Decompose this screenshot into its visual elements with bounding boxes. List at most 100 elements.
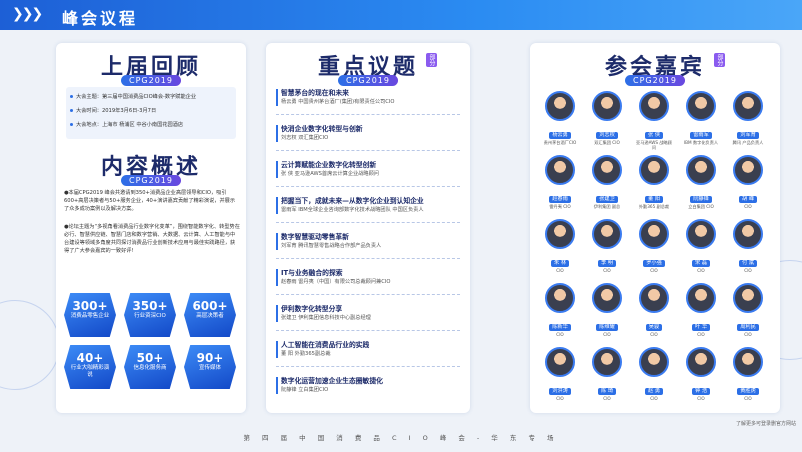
guest-name: 刘军育 [737,132,759,139]
guest-card: 杨云勇 贵州茅台酒厂CIO [540,91,580,163]
review-panel: 上届回顾 CPG2019 大会主题：第三届中国消费品CIO峰会-数字赋能企业 大… [56,43,246,413]
topic-title: 人工智能在消费品行业的实践 [281,341,370,349]
topic-title: 云计算赋能企业数字化转型创新 [281,161,377,169]
topic-speaker: 张 侠 亚马逊AWS首席云计算企业战略顾问 [281,171,379,177]
guest-card: 陈新华 CIO [540,283,580,355]
topic-title: 智慧茅台的现在和未来 [281,89,349,97]
decorative-circle [0,300,60,390]
guests-panel: 参会嘉宾 部分 CPG2019 杨云勇 贵州茅台酒厂CIO 刘志权 双汇集团 CIO 张… [530,43,780,413]
guest-card: 刘洪涛 CIO [540,347,580,419]
guest-company: CIO [556,332,564,337]
guest-company: 雷丹夷 CIO [549,204,571,209]
topic-title: 数字智慧驱动零售革新 [281,233,349,241]
footer-text: 第 四 届 中 国 消 费 品 C I O 峰 会 - 华 东 专 场 [243,434,559,442]
avatar [733,155,763,185]
guest-card: 陈维耀 CIO [587,283,627,355]
header-band: ❯❯❯ 峰会议程 [0,0,802,30]
topic-divider [276,366,460,367]
review-tag: CPG2019 [121,75,181,86]
guest-name: 周利民 [737,324,759,331]
guest-card: 朱 林 CIO [540,219,580,291]
guest-company: CIO [650,268,658,273]
avatar [592,347,622,377]
bullet-icon [70,123,73,126]
topic-speaker: 张建卫 伊利集团信息科技中心副总经理 [281,315,371,321]
topics-tag: CPG2019 [338,75,398,86]
topic-divider [276,222,460,223]
topic-item: 智慧茅台的现在和未来杨云勇 中国贵州茅台酒厂(集团)有限责任公司CIO [276,89,460,106]
avatar [545,219,575,249]
topic-speaker: 雷雨军 IBM全球企业咨询部数字化技术战略团队 中国区负责人 [281,207,424,213]
guest-card: 李 明 CIO [587,219,627,291]
guest-card: 黄胜虎 CIO [728,347,768,419]
avatar [592,91,622,121]
stats-grid: 300+ 消费品零售企业 350+ 行业资深CIO 600+ 高层决策者 40+ 行业大… [56,289,246,399]
stat-badge: 300+ 消费品零售企业 [64,293,116,337]
guest-name: 胡 峰 [738,196,758,203]
guest-company: 双汇集团 CIO [594,140,620,145]
guest-card: 刘志权 双汇集团 CIO [587,91,627,163]
guest-name: 刘洪涛 [549,388,571,395]
stat-badge: 350+ 行业资深CIO [124,293,176,337]
guest-name: 阮静锋 [690,196,712,203]
guest-company: 伊利集团 副总 [593,204,621,209]
topic-item: 人工智能在消费品行业的实践董 阳 外勤365副总裁 [276,341,460,358]
page-title: 峰会议程 [62,9,139,28]
topic-divider [276,294,460,295]
guest-name: 陈 琦 [597,388,617,395]
topics-side-tag: 部分 [426,53,437,67]
guest-company: 腾讯 产品负责人 [732,140,764,145]
topic-title: 伊利数字化转型分享 [281,305,343,313]
guest-name: 钟 浩 [691,388,711,395]
avatar [733,219,763,249]
bullet-icon [70,109,73,112]
guest-name: 董 阳 [644,196,664,203]
guest-name: 朱 林 [550,260,570,267]
topic-speaker: 阮静锋 立白集团CIO [281,387,329,393]
guests-tag: CPG2019 [625,75,685,86]
guest-name: 吴骏 [645,324,663,331]
topic-divider [276,258,460,259]
guest-company: CIO [697,268,705,273]
topic-divider [276,186,460,187]
guest-name: 叶 华 [691,324,711,331]
guest-name: 赵春雨 [549,196,571,203]
topic-title: 数字化运营加速企业生态圈敏捷化 [281,377,383,385]
guest-company: CIO [697,396,705,401]
topic-title: 快消企业数字化转型与创新 [281,125,363,133]
guest-card: 董 阳外勤365 副总裁 [634,155,674,227]
topic-item: 快消企业数字化转型与创新 刘志权 双汇集团CIO [276,125,460,142]
topic-divider [276,330,460,331]
avatar [545,283,575,313]
guest-card: 周利民 CIO [728,283,768,355]
guest-company: 外勤365 副总裁 [638,204,670,209]
topic-divider [276,114,460,115]
guest-name: 罗小强 [643,260,665,267]
guest-name: 刘志权 [596,132,618,139]
guest-company: CIO [744,204,752,209]
avatar [686,155,716,185]
info-box: 大会主题：第三届中国消费品CIO峰会-数字赋能企业 大会时间：2019年3月6日… [66,87,236,139]
guest-company: CIO [556,268,564,273]
avatar [639,283,669,313]
avatar [733,91,763,121]
topic-item: 伊利数字化转型分享张建卫 伊利集团信息科技中心副总经理 [276,305,460,322]
topic-item: 数字化运营加速企业生态圈敏捷化 阮静锋 立白集团CIO [276,377,460,394]
stat-badge: 600+ 高层决策者 [184,293,236,337]
avatar [639,347,669,377]
avatar [686,283,716,313]
avatar [733,283,763,313]
guest-company: CIO [603,396,611,401]
overview-paragraph-2: ●论坛主题为“多视角看消费品行业数字化变革”，围绕智能数字化、转型势在必行、智慧… [64,224,240,254]
overview-paragraph-1: ●本届CPG2019 峰会共邀请到350+消费品企业高层领导和CIO，吸引600… [64,190,236,212]
guest-name: 陈维耀 [596,324,618,331]
guest-card: 叶 华 CIO [681,283,721,355]
guest-card: 赵春雨 雷丹夷 CIO [540,155,580,227]
topic-speaker: 杨云勇 中国贵州茅台酒厂(集团)有限责任公司CIO [281,99,395,105]
topic-speaker: 赵春雨 雷丹夷（中国）有限公司总裁顾问兼CIO [281,279,391,285]
guest-card: 刘军育 腾讯 产品负责人 [728,91,768,163]
guest-card: 雷雨军 IBM 数字化负责人 [681,91,721,163]
guest-name: 黄胜虎 [737,388,759,395]
avatar [686,219,716,249]
guest-card: 付 斌 CIO [728,219,768,291]
